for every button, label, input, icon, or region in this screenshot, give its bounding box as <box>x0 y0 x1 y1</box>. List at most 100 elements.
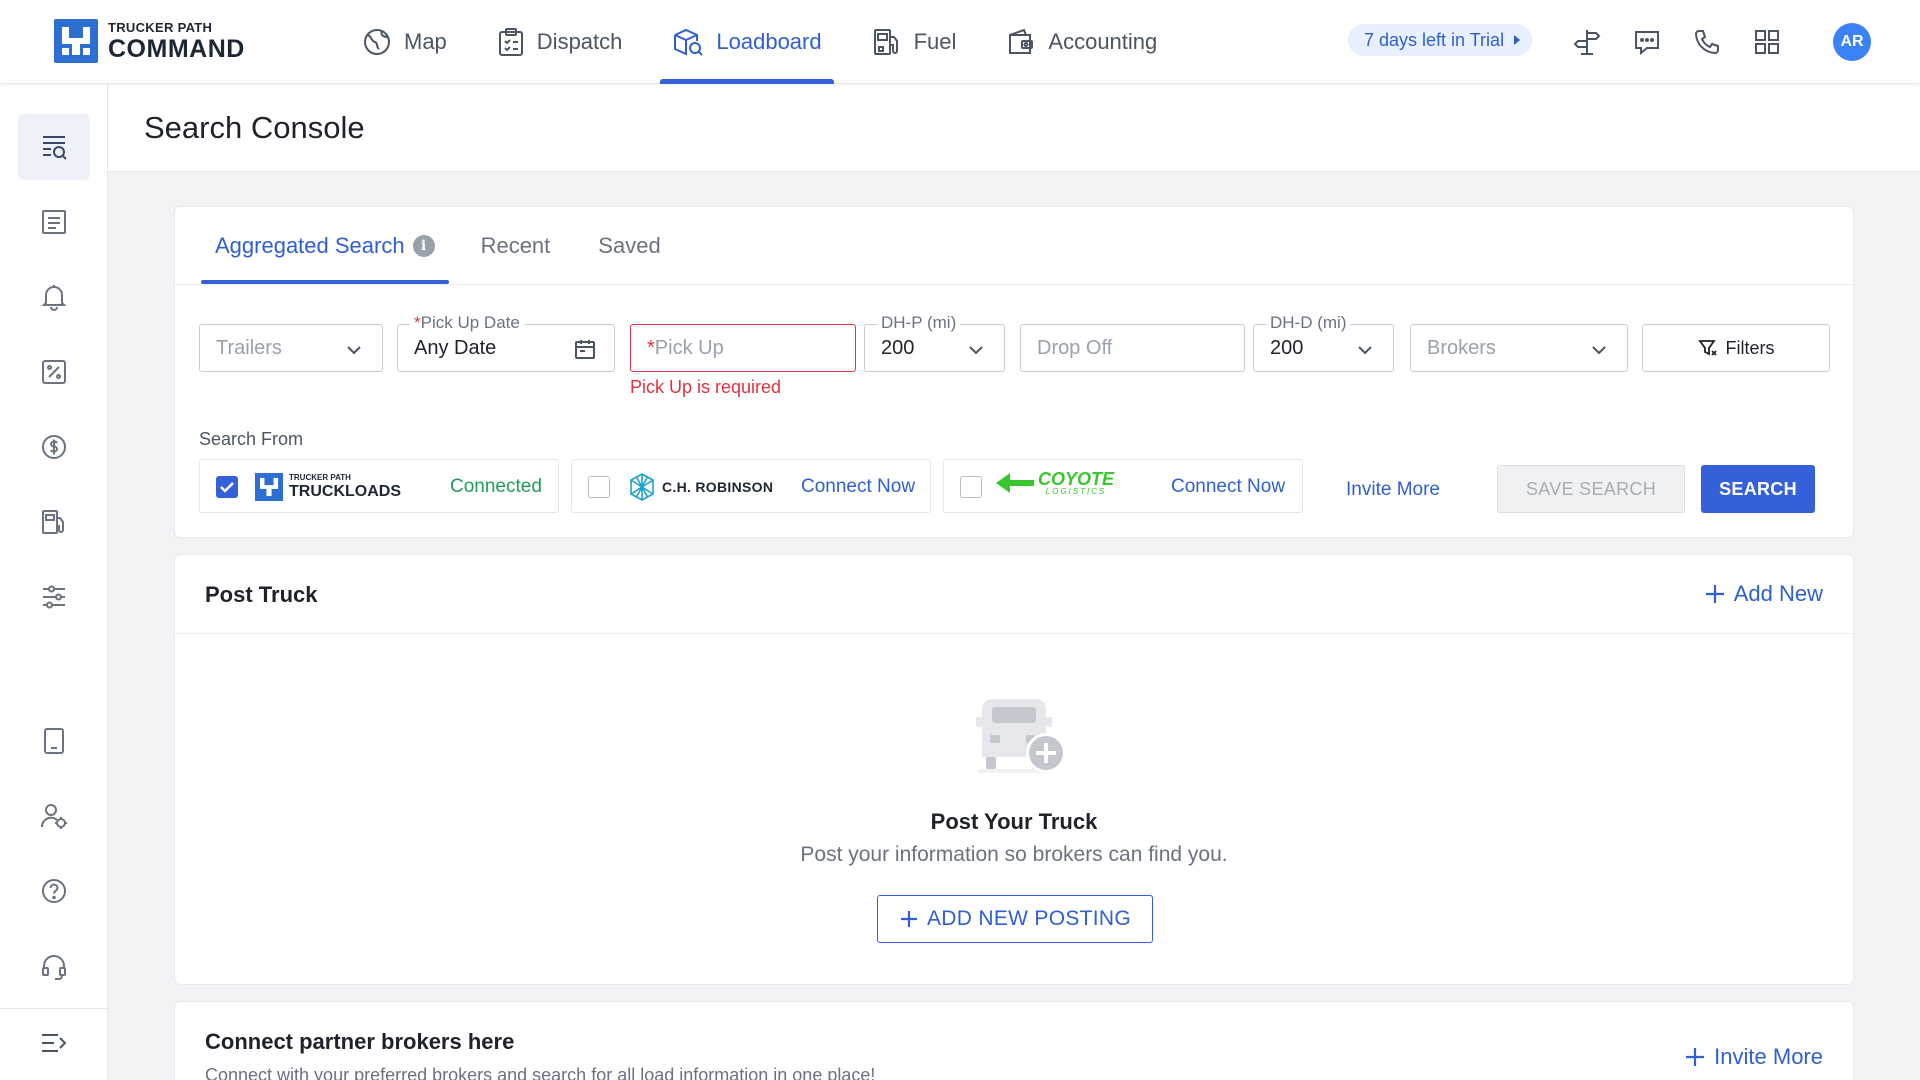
chevron-down-icon <box>1358 346 1372 355</box>
list-icon <box>42 210 66 234</box>
filters-label: Filters <box>1725 337 1775 358</box>
source-coyote[interactable]: COYOTE LOGISTICS Connect Now <box>943 459 1303 513</box>
user-avatar[interactable]: AR <box>1833 23 1871 61</box>
pickup-date-value: Any Date <box>414 336 497 359</box>
source-truckloads-checkbox[interactable] <box>216 476 238 498</box>
pickup-input[interactable]: * Pick Up <box>630 324 856 372</box>
add-new-button[interactable]: Add New <box>1704 581 1823 607</box>
ch-robinson-logo: C.H. ROBINSON <box>628 472 773 502</box>
trial-badge[interactable]: 7 days left in Trial <box>1348 24 1533 56</box>
partners-subtitle: Connect with your preferred brokers and … <box>205 1065 876 1080</box>
sidebar-item-fuel[interactable] <box>18 489 90 555</box>
box-search-icon <box>674 28 704 56</box>
search-console-icon <box>43 136 67 160</box>
plus-icon <box>1686 1048 1705 1066</box>
partners-invite-more-button[interactable]: Invite More <box>1684 1044 1823 1070</box>
tab-saved[interactable]: Saved <box>598 207 660 284</box>
chat-icon[interactable] <box>1632 27 1662 57</box>
map-globe-icon <box>364 29 390 55</box>
truck-plus-illustration <box>968 687 1072 784</box>
dh-p-value: 200 <box>881 336 915 359</box>
sidebar-item-alerts[interactable] <box>18 264 90 330</box>
nav-dispatch[interactable]: Dispatch <box>485 0 635 84</box>
tablet-icon <box>44 728 64 754</box>
search-button[interactable]: SEARCH <box>1701 465 1815 513</box>
nav-accounting[interactable]: Accounting <box>994 0 1169 84</box>
invite-more-link[interactable]: Invite More <box>1346 479 1440 501</box>
chevron-down-icon <box>1592 346 1606 355</box>
sidebar-item-search-console[interactable] <box>18 114 90 180</box>
tab-aggregated-search[interactable]: Aggregated Search i <box>201 207 449 284</box>
signpost-icon[interactable] <box>1572 27 1602 57</box>
nav-fuel[interactable]: Fuel <box>860 0 969 84</box>
tab-aggregated-search-label: Aggregated Search <box>215 232 405 258</box>
add-new-posting-button[interactable]: ADD NEW POSTING <box>877 895 1153 943</box>
nav-accounting-label: Accounting <box>1048 29 1158 54</box>
main-nav: Map Dispatch Loadboard Fuel Accounting <box>350 0 1195 84</box>
sidebar-item-account[interactable] <box>18 783 90 849</box>
truck-plus-icon <box>976 699 1066 773</box>
info-icon[interactable]: i <box>412 234 435 257</box>
help-icon <box>42 879 66 903</box>
source-ch-robinson-checkbox[interactable] <box>588 476 610 498</box>
truckloads-logo: TRUCKER PATH TRUCKLOADS <box>255 473 401 501</box>
wallet-icon <box>1009 28 1034 54</box>
chevron-down-icon <box>969 346 983 355</box>
sidebar-item-rates[interactable] <box>18 339 90 405</box>
partners-invite-more-label: Invite More <box>1714 1044 1823 1069</box>
sidebar-item-settings[interactable] <box>18 564 90 630</box>
sidebar-item-payments[interactable] <box>18 414 90 480</box>
plus-icon <box>900 911 917 927</box>
dropoff-placeholder: Drop Off <box>1037 336 1113 359</box>
pickup-placeholder: Pick Up <box>654 336 724 359</box>
plus-icon <box>1705 585 1724 603</box>
filters-button[interactable]: Filters <box>1642 324 1830 372</box>
fuel-pump-icon <box>873 29 898 55</box>
post-truck-title: Post Truck <box>205 582 318 607</box>
save-search-button[interactable]: SAVE SEARCH <box>1497 465 1685 513</box>
ch-robinson-connect-link[interactable]: Connect Now <box>801 476 915 498</box>
menu-collapse-icon <box>42 1034 67 1052</box>
source-coyote-checkbox[interactable] <box>960 476 982 498</box>
nav-map[interactable]: Map <box>350 0 459 84</box>
calendar-icon[interactable] <box>574 338 596 360</box>
coyote-connect-link[interactable]: Connect Now <box>1171 476 1285 498</box>
post-truck-divider <box>175 633 1853 634</box>
add-new-label: Add New <box>1733 581 1823 606</box>
sliders-icon <box>43 585 65 609</box>
nav-loadboard[interactable]: Loadboard <box>660 0 834 84</box>
app-logo[interactable]: TRUCKER PATH COMMAND <box>54 19 245 63</box>
headset-icon <box>42 955 66 980</box>
dh-p-select[interactable]: DH-P (mi) 200 <box>864 313 1005 372</box>
partners-title: Connect partner brokers here <box>205 1029 515 1054</box>
sidebar-divider <box>0 1008 108 1009</box>
sidebar-item-device[interactable] <box>18 708 90 774</box>
trial-text: 7 days left in Trial <box>1364 29 1505 50</box>
sidebar-item-loads[interactable] <box>18 189 90 255</box>
trailers-placeholder: Trailers <box>216 336 282 359</box>
dh-d-select[interactable]: DH-D (mi) 200 <box>1253 313 1394 372</box>
bell-icon <box>41 285 67 311</box>
source-truckloads[interactable]: TRUCKER PATH TRUCKLOADS Connected <box>199 459 559 513</box>
search-from-label: Search From <box>199 429 304 449</box>
empty-state-subtitle: Post your information so brokers can fin… <box>800 843 1228 866</box>
post-truck-card: Post Truck Add New Post Your Truck Post … <box>174 554 1854 985</box>
dropoff-input[interactable]: Drop Off <box>1020 324 1245 372</box>
brokers-select[interactable]: Brokers <box>1410 324 1628 372</box>
coyote-logo: COYOTE LOGISTICS <box>996 470 1114 496</box>
phone-icon[interactable] <box>1692 27 1722 57</box>
ch-robinson-hex-icon <box>630 473 654 501</box>
apps-grid-icon[interactable] <box>1752 27 1782 57</box>
sidebar-item-help[interactable] <box>18 858 90 924</box>
sidebar-collapse-button[interactable] <box>18 1010 90 1076</box>
tab-recent[interactable]: Recent <box>481 207 551 284</box>
tabs-divider <box>175 284 1853 285</box>
sidebar-item-support[interactable] <box>18 933 90 999</box>
nav-fuel-label: Fuel <box>913 29 957 54</box>
partners-card: Connect partner brokers here Connect wit… <box>174 1001 1854 1080</box>
source-ch-robinson[interactable]: C.H. ROBINSON Connect Now <box>571 459 931 513</box>
dh-d-label: DH-D (mi) <box>1266 313 1351 333</box>
coyote-sub: LOGISTICS <box>1045 487 1107 496</box>
trailers-select[interactable]: Trailers <box>199 324 383 372</box>
pickup-date-field[interactable]: *Pick Up Date Any Date <box>397 313 615 372</box>
